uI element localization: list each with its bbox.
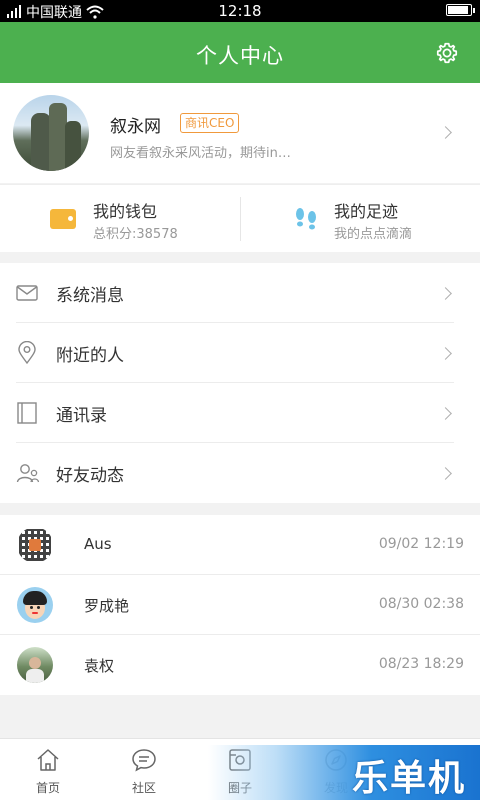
battery-level: [448, 6, 469, 14]
menu-item-nearby-people[interactable]: 附近的人: [0, 323, 480, 383]
profile-card[interactable]: 叙永网 商讯CEO 网友看叙永采风活动，期待in…: [0, 83, 480, 183]
chevron-right-icon: [439, 467, 452, 480]
profile-badge: 商讯CEO: [180, 113, 240, 133]
watermark-text: 乐单机: [351, 758, 466, 799]
chat-time: 08/30 02:38: [378, 596, 464, 612]
gear-icon[interactable]: [434, 40, 460, 66]
chevron-right-icon: [439, 407, 452, 420]
chevron-right-icon: [439, 126, 452, 139]
footprint-subtitle: 我的点点滴滴: [334, 227, 413, 242]
menu-item-label: 通讯录: [56, 406, 107, 426]
chat-time: 08/23 18:29: [378, 656, 464, 672]
status-bar: 中国联通 12:18: [0, 0, 480, 22]
battery-icon: [446, 4, 475, 16]
footprint-title: 我的足迹: [334, 202, 399, 221]
wallet-button[interactable]: 我的钱包 总积分:38578: [93, 185, 233, 252]
recent-chats: Aus 09/02 12:19 罗成艳 08/30 02:38 袁权 08/23…: [0, 515, 480, 695]
footprint-button[interactable]: 我的足迹 我的点点滴滴: [334, 185, 474, 252]
menu-item-label: 系统消息: [56, 286, 124, 306]
status-time: 12:18: [218, 2, 262, 20]
quick-actions: 我的钱包 总积分:38578 我的足迹 我的点点滴滴: [0, 184, 480, 252]
chat-item[interactable]: 袁权 08/23 18:29: [0, 635, 480, 695]
chevron-right-icon: [439, 287, 452, 300]
avatar: [17, 647, 53, 683]
home-icon: [37, 749, 59, 771]
app-header: 个人中心: [0, 22, 480, 83]
menu-item-system-messages[interactable]: 系统消息: [0, 263, 480, 323]
tab-label: 首页: [35, 781, 60, 795]
chat-item[interactable]: 罗成艳 08/30 02:38: [0, 575, 480, 635]
wallet-icon: [50, 209, 76, 229]
watermark-logo: 乐单机: [208, 745, 480, 800]
profile-name: 叙永网: [110, 117, 161, 137]
profile-bio: 网友看叙永采风活动，期待in…: [110, 146, 291, 161]
menu-item-label: 附近的人: [56, 346, 124, 366]
chat-item[interactable]: Aus 09/02 12:19: [0, 515, 480, 575]
friends-icon: [16, 464, 40, 483]
address-book-icon: [17, 402, 37, 424]
chat-name: Aus: [84, 535, 112, 553]
avatar: [17, 587, 53, 623]
footprint-icon: [296, 208, 316, 230]
page-title: 个人中心: [196, 44, 284, 68]
tab-home[interactable]: 首页: [0, 739, 96, 801]
menu-item-contacts[interactable]: 通讯录: [0, 383, 480, 443]
menu-list: 系统消息 附近的人 通讯录 好友动态: [0, 263, 480, 503]
location-pin-icon: [18, 341, 36, 365]
chat-time: 09/02 12:19: [378, 536, 464, 552]
avatar: [17, 527, 53, 563]
tab-label: 社区: [131, 781, 156, 795]
divider: [240, 197, 241, 241]
chevron-right-icon: [439, 347, 452, 360]
menu-item-label: 好友动态: [56, 466, 124, 486]
menu-item-friend-updates[interactable]: 好友动态: [0, 443, 480, 503]
chat-name: 罗成艳: [84, 597, 130, 615]
chat-name: 袁权: [84, 657, 115, 675]
avatar[interactable]: [13, 95, 89, 171]
chat-bubble-icon: [132, 749, 156, 772]
wallet-title: 我的钱包: [93, 202, 158, 221]
wallet-points: 总积分:38578: [93, 227, 178, 242]
mail-icon: [16, 285, 38, 301]
tab-community[interactable]: 社区: [96, 739, 192, 801]
